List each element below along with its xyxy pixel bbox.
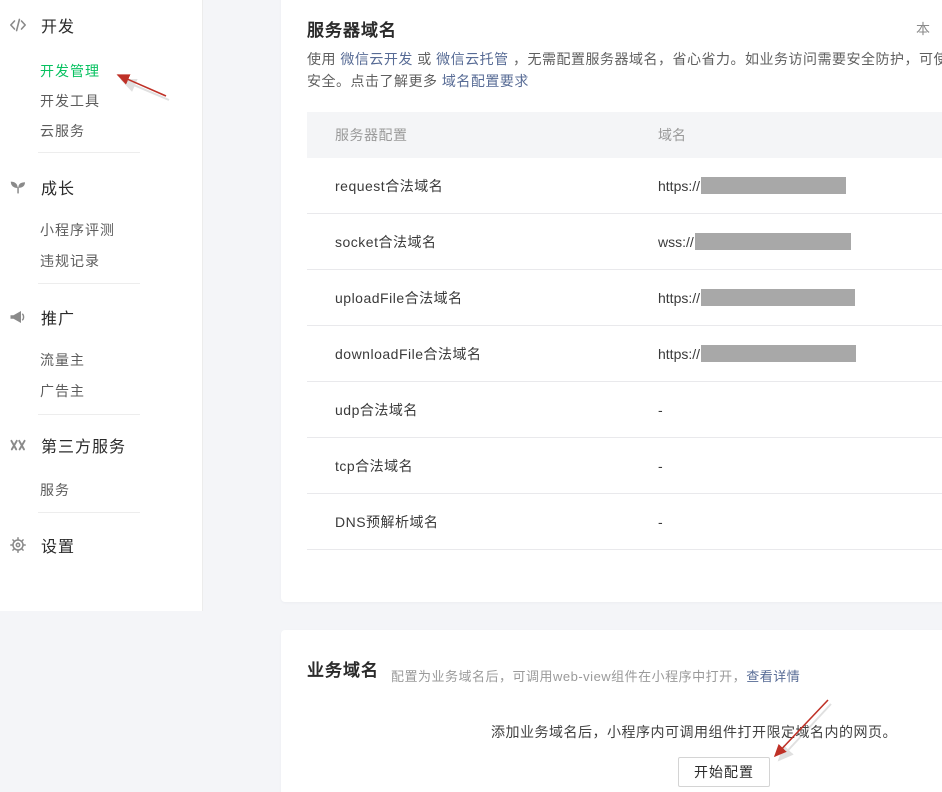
server-domain-table: 服务器配置 域名 request合法域名 https:// socket合法域名…	[307, 112, 942, 550]
table-row: request合法域名 https://	[307, 158, 942, 214]
start-configuration-button[interactable]: 开始配置	[678, 757, 770, 787]
column-header-server-config: 服务器配置	[307, 125, 658, 145]
sidebar-divider	[38, 512, 140, 513]
domain-value: https://	[658, 178, 700, 194]
sidebar-divider	[38, 414, 140, 415]
sidebar-section-title: 成长	[41, 175, 75, 199]
link-wechat-cloud-hosting[interactable]: 微信云托管	[436, 51, 509, 67]
row-label: uploadFile合法域名	[307, 288, 658, 308]
row-label: request合法域名	[307, 176, 658, 196]
sidebar-item-miniprogram-evaluation[interactable]: 小程序评测	[40, 220, 115, 240]
business-domain-card	[281, 630, 942, 792]
column-header-domain: 域名	[658, 125, 942, 145]
redacted-domain-bar	[695, 233, 851, 250]
table-row: DNS预解析域名 -	[307, 494, 942, 550]
sidebar-section-third-party: 第三方服务	[8, 432, 126, 458]
third-party-icon	[8, 435, 28, 455]
megaphone-icon	[8, 307, 28, 327]
table-row: uploadFile合法域名 https://	[307, 270, 942, 326]
domain-value: -	[658, 458, 663, 474]
wechat-miniprogram-console: 开发 开发管理 开发工具 云服务 成长 小程序评测 违规记录	[0, 0, 942, 792]
business-domain-empty-hint: 添加业务域名后，小程序内可调用组件打开限定域名内的网页。	[491, 722, 897, 742]
sidebar-section-settings[interactable]: 设置	[8, 532, 75, 558]
link-domain-config-requirements[interactable]: 域名配置要求	[442, 73, 529, 89]
business-domain-desc: 配置为业务域名后，可调用web-view组件在小程序中打开，查看详情	[391, 666, 800, 685]
server-domain-desc-line2: 安全。点击了解更多 域名配置要求	[307, 71, 529, 91]
row-label: socket合法域名	[307, 232, 658, 252]
top-right-clipped-text: 本	[916, 19, 930, 39]
sidebar-section-title: 第三方服务	[41, 433, 126, 457]
sidebar-item-service[interactable]: 服务	[40, 480, 70, 500]
server-domain-desc-line1: 使用 微信云开发 或 微信云托管 ，无需配置服务器域名，省心省力。如业务访问需要…	[307, 49, 942, 69]
sidebar-section-dev: 开发	[8, 12, 75, 38]
row-label: DNS预解析域名	[307, 512, 658, 532]
domain-value: wss://	[658, 234, 694, 250]
sidebar: 开发 开发管理 开发工具 云服务 成长 小程序评测 违规记录	[0, 0, 203, 611]
sidebar-divider	[38, 283, 140, 284]
sidebar-section-title: 设置	[41, 533, 75, 557]
sidebar-section-growth: 成长	[8, 174, 75, 200]
sidebar-item-violation-records[interactable]: 违规记录	[40, 251, 100, 271]
link-wechat-cloud-dev[interactable]: 微信云开发	[340, 51, 413, 67]
domain-value: -	[658, 402, 663, 418]
sidebar-item-cloud-service[interactable]: 云服务	[40, 121, 85, 141]
code-icon	[8, 15, 28, 35]
gear-icon	[8, 535, 28, 555]
server-domain-title: 服务器域名	[307, 16, 397, 41]
sidebar-section-promotion: 推广	[8, 304, 75, 330]
table-header-row: 服务器配置 域名	[307, 112, 942, 158]
redacted-domain-bar	[701, 345, 856, 362]
row-label: udp合法域名	[307, 400, 658, 420]
table-row: udp合法域名 -	[307, 382, 942, 438]
business-domain-title: 业务域名	[307, 656, 379, 681]
redacted-domain-bar	[701, 177, 846, 194]
sidebar-section-title: 开发	[41, 13, 75, 37]
sidebar-section-title: 推广	[41, 305, 75, 329]
sidebar-divider	[38, 152, 140, 153]
domain-value: -	[658, 514, 663, 530]
domain-value: https://	[658, 290, 700, 306]
table-row: socket合法域名 wss://	[307, 214, 942, 270]
domain-value: https://	[658, 346, 700, 362]
sidebar-item-traffic-owner[interactable]: 流量主	[40, 350, 85, 370]
table-row: downloadFile合法域名 https://	[307, 326, 942, 382]
sidebar-item-dev-management[interactable]: 开发管理	[40, 61, 100, 81]
row-label: downloadFile合法域名	[307, 344, 658, 364]
sidebar-item-dev-tools[interactable]: 开发工具	[40, 91, 100, 111]
row-label: tcp合法域名	[307, 456, 658, 476]
sidebar-item-advertiser[interactable]: 广告主	[40, 381, 85, 401]
redacted-domain-bar	[701, 289, 855, 306]
sprout-icon	[8, 177, 28, 197]
table-row: tcp合法域名 -	[307, 438, 942, 494]
link-view-details[interactable]: 查看详情	[746, 669, 800, 684]
